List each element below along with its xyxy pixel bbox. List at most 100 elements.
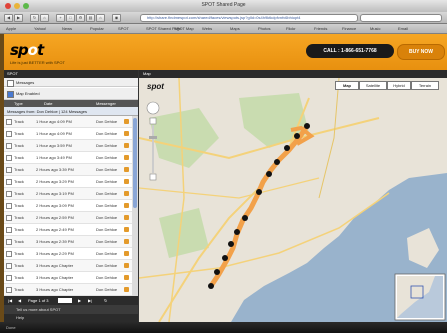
row-checkbox[interactable] xyxy=(6,239,12,245)
settings-icon[interactable]: ⚙ xyxy=(76,14,85,22)
print-icon[interactable]: ▤ xyxy=(86,14,95,22)
home-button[interactable]: ⌂ xyxy=(40,14,49,22)
bookmark-item[interactable]: Maps xyxy=(230,26,240,31)
zoom-out-icon[interactable] xyxy=(149,173,157,181)
rss-icon[interactable]: ◉ xyxy=(112,14,121,22)
bookmark-icon[interactable]: + xyxy=(56,14,65,22)
map-pin-icon[interactable] xyxy=(124,167,129,172)
feedback-link[interactable]: Tell us more about SPOT xyxy=(4,305,138,314)
marker-icon[interactable] xyxy=(228,241,234,247)
forward-button[interactable]: ▶ xyxy=(14,14,23,22)
help-link[interactable]: Help xyxy=(4,314,138,322)
map-pin-icon[interactable] xyxy=(124,143,129,148)
overview-map[interactable] xyxy=(394,273,446,321)
marker-icon[interactable] xyxy=(222,255,228,261)
bookmark-item[interactable]: Apple xyxy=(6,26,16,31)
map-type-hybrid[interactable]: Hybrid xyxy=(387,81,411,90)
marker-icon[interactable] xyxy=(284,145,290,151)
message-row[interactable]: Track 2 Hours ago 3:19 PM Don Dehloe xyxy=(4,188,132,200)
row-checkbox[interactable] xyxy=(6,119,12,125)
row-checkbox[interactable] xyxy=(6,155,12,161)
bookmark-item[interactable]: Photos xyxy=(258,26,270,31)
page-input[interactable] xyxy=(58,298,72,303)
message-row[interactable]: Track 3 Hours ago 2:29 PM Don Dehloe xyxy=(4,248,132,260)
map-pin-icon[interactable] xyxy=(124,179,129,184)
message-row[interactable]: Track 2 Hours ago 3:39 PM Don Dehloe xyxy=(4,164,132,176)
checkbox-icon[interactable] xyxy=(7,91,14,98)
zoom-in-icon[interactable] xyxy=(149,117,157,125)
zoom-slider[interactable] xyxy=(152,125,154,173)
bookmark-item[interactable]: SPOT Map xyxy=(174,26,194,31)
row-checkbox[interactable] xyxy=(6,167,12,173)
message-row[interactable]: Track 2 Hours ago 2:59 PM Don Dehloe xyxy=(4,212,132,224)
bookmark-item[interactable]: Yahoo! xyxy=(34,26,46,31)
bookmark-item[interactable]: Music xyxy=(370,26,380,31)
marker-icon[interactable] xyxy=(256,189,262,195)
message-row[interactable]: Track 1 Hour ago 4:09 PM Don Dehloe xyxy=(4,116,132,128)
map-pin-icon[interactable] xyxy=(124,155,129,160)
row-checkbox[interactable] xyxy=(6,131,12,137)
map-type-satellite[interactable]: Satellite xyxy=(359,81,387,90)
row-checkbox[interactable] xyxy=(6,203,12,209)
map-pin-icon[interactable] xyxy=(124,119,129,124)
map-pin-icon[interactable] xyxy=(124,131,129,136)
next-page-icon[interactable]: ▶ xyxy=(78,296,81,305)
row-checkbox[interactable] xyxy=(6,287,12,293)
bookmark-item[interactable]: Popular xyxy=(90,26,104,31)
first-page-icon[interactable]: |◀ xyxy=(8,296,12,305)
column-date[interactable]: Date xyxy=(44,100,52,107)
map-canvas[interactable] xyxy=(139,78,447,322)
row-checkbox[interactable] xyxy=(6,251,12,257)
map-pin-icon[interactable] xyxy=(124,191,129,196)
map-pin-icon[interactable] xyxy=(124,227,129,232)
scrollbar[interactable] xyxy=(132,116,138,296)
row-checkbox[interactable] xyxy=(6,143,12,149)
page-icon[interactable]: □ xyxy=(66,14,75,22)
marker-icon[interactable] xyxy=(208,283,214,289)
message-row[interactable]: Track 1 Hour ago 3:59 PM Don Dehloe xyxy=(4,140,132,152)
marker-icon[interactable] xyxy=(274,159,280,165)
filter-map-enabled[interactable]: Map Enabled xyxy=(4,88,138,100)
home-icon[interactable]: ⌂ xyxy=(96,14,105,22)
row-checkbox[interactable] xyxy=(6,227,12,233)
bookmark-item[interactable]: Webs xyxy=(202,26,212,31)
map-pin-icon[interactable] xyxy=(124,287,129,292)
message-row[interactable]: Track 3 Hours ago 2:39 PM Don Dehloe xyxy=(4,236,132,248)
message-row[interactable]: Track 3 Hours ago Chapter Don Dehloe xyxy=(4,272,132,284)
map-type-terrain[interactable]: Terrain xyxy=(411,81,439,90)
row-checkbox[interactable] xyxy=(6,191,12,197)
spot-logo[interactable]: spot xyxy=(10,41,44,59)
checkbox-icon[interactable] xyxy=(7,80,14,87)
bookmark-item[interactable]: Finance xyxy=(342,26,356,31)
marker-icon[interactable] xyxy=(266,171,272,177)
message-row[interactable]: Track 1 Hour ago 3:49 PM Don Dehloe xyxy=(4,152,132,164)
reload-button[interactable]: ↻ xyxy=(30,14,39,22)
back-button[interactable]: ◀ xyxy=(4,14,13,22)
message-row[interactable]: Track 2 Hours ago 3:29 PM Don Dehloe xyxy=(4,176,132,188)
marker-icon[interactable] xyxy=(304,123,310,129)
map-pin-icon[interactable] xyxy=(124,263,129,268)
buy-now-button[interactable]: BUY NOW xyxy=(397,44,445,60)
row-checkbox[interactable] xyxy=(6,215,12,221)
column-type[interactable]: Type xyxy=(14,100,23,107)
map-pin-icon[interactable] xyxy=(124,215,129,220)
row-checkbox[interactable] xyxy=(6,263,12,269)
scrollbar-thumb[interactable] xyxy=(133,118,137,208)
bookmark-item[interactable]: Email xyxy=(398,26,408,31)
refresh-icon[interactable]: ↻ xyxy=(104,296,107,305)
bookmark-item[interactable]: News xyxy=(62,26,72,31)
map-type-map[interactable]: Map xyxy=(335,81,359,90)
marker-icon[interactable] xyxy=(234,229,240,235)
bookmark-item[interactable]: Friends xyxy=(314,26,327,31)
map-pin-icon[interactable] xyxy=(124,275,129,280)
address-bar[interactable]: http://share.findmespot.com/shared/faces… xyxy=(140,14,358,22)
bookmark-item[interactable]: SPOT xyxy=(118,26,129,31)
message-row[interactable]: Track 2 Hours ago 2:49 PM Don Dehloe xyxy=(4,224,132,236)
message-row[interactable]: Track 2 Hours ago 3:09 PM Don Dehloe xyxy=(4,200,132,212)
marker-icon[interactable] xyxy=(294,133,300,139)
message-row[interactable]: Track 1 Hour ago 4:09 PM Don Dehloe xyxy=(4,128,132,140)
message-row[interactable]: Track 3 Hours ago Chapter Don Dehloe xyxy=(4,260,132,272)
message-row[interactable]: Track 3 Hours ago Chapter Don Dehloe xyxy=(4,284,132,296)
bookmark-item[interactable]: Flickr xyxy=(286,26,296,31)
marker-icon[interactable] xyxy=(242,215,248,221)
